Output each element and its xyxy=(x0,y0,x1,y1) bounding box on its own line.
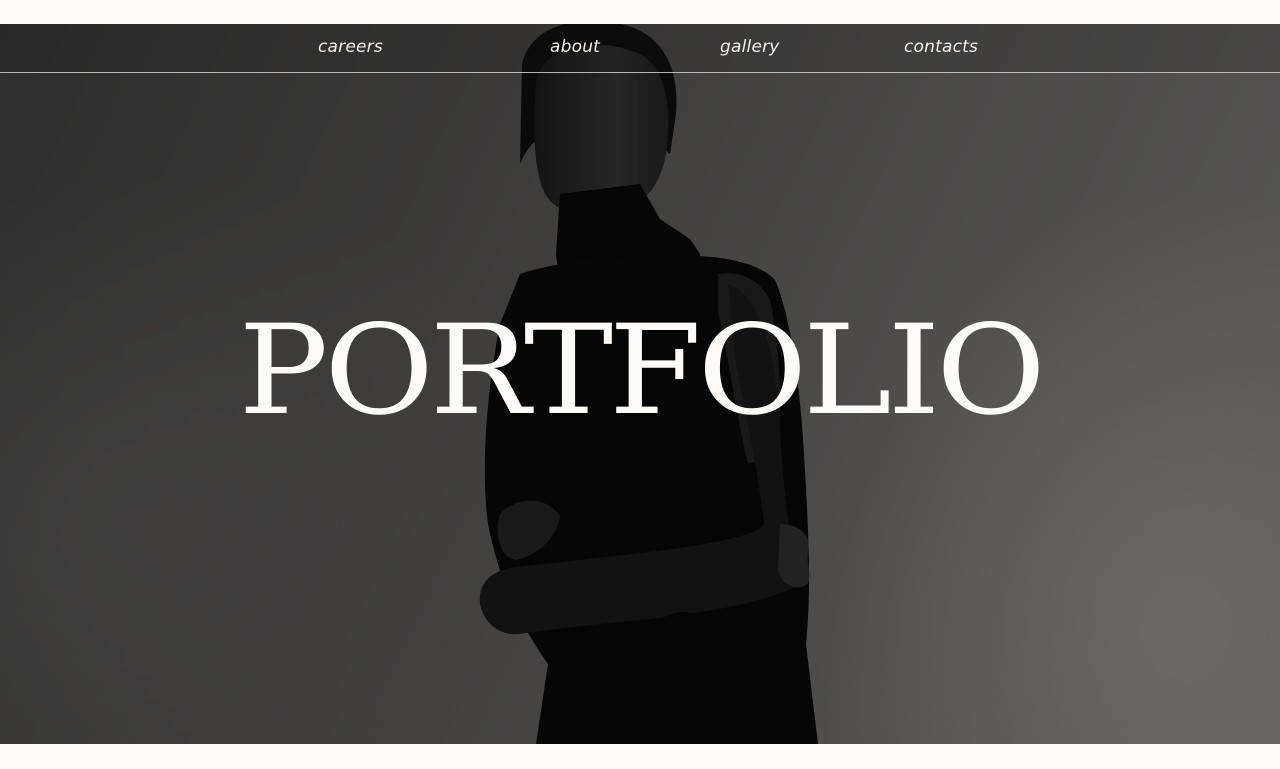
hero-title: PORTFOLIO xyxy=(238,299,1045,443)
nav-link-contacts[interactable]: contacts xyxy=(904,24,978,71)
nav-link-about[interactable]: about xyxy=(550,24,600,71)
nav-link-careers[interactable]: careers xyxy=(318,24,383,71)
top-navigation: careers about gallery contacts xyxy=(0,24,1280,73)
nav-link-gallery[interactable]: gallery xyxy=(720,24,780,71)
